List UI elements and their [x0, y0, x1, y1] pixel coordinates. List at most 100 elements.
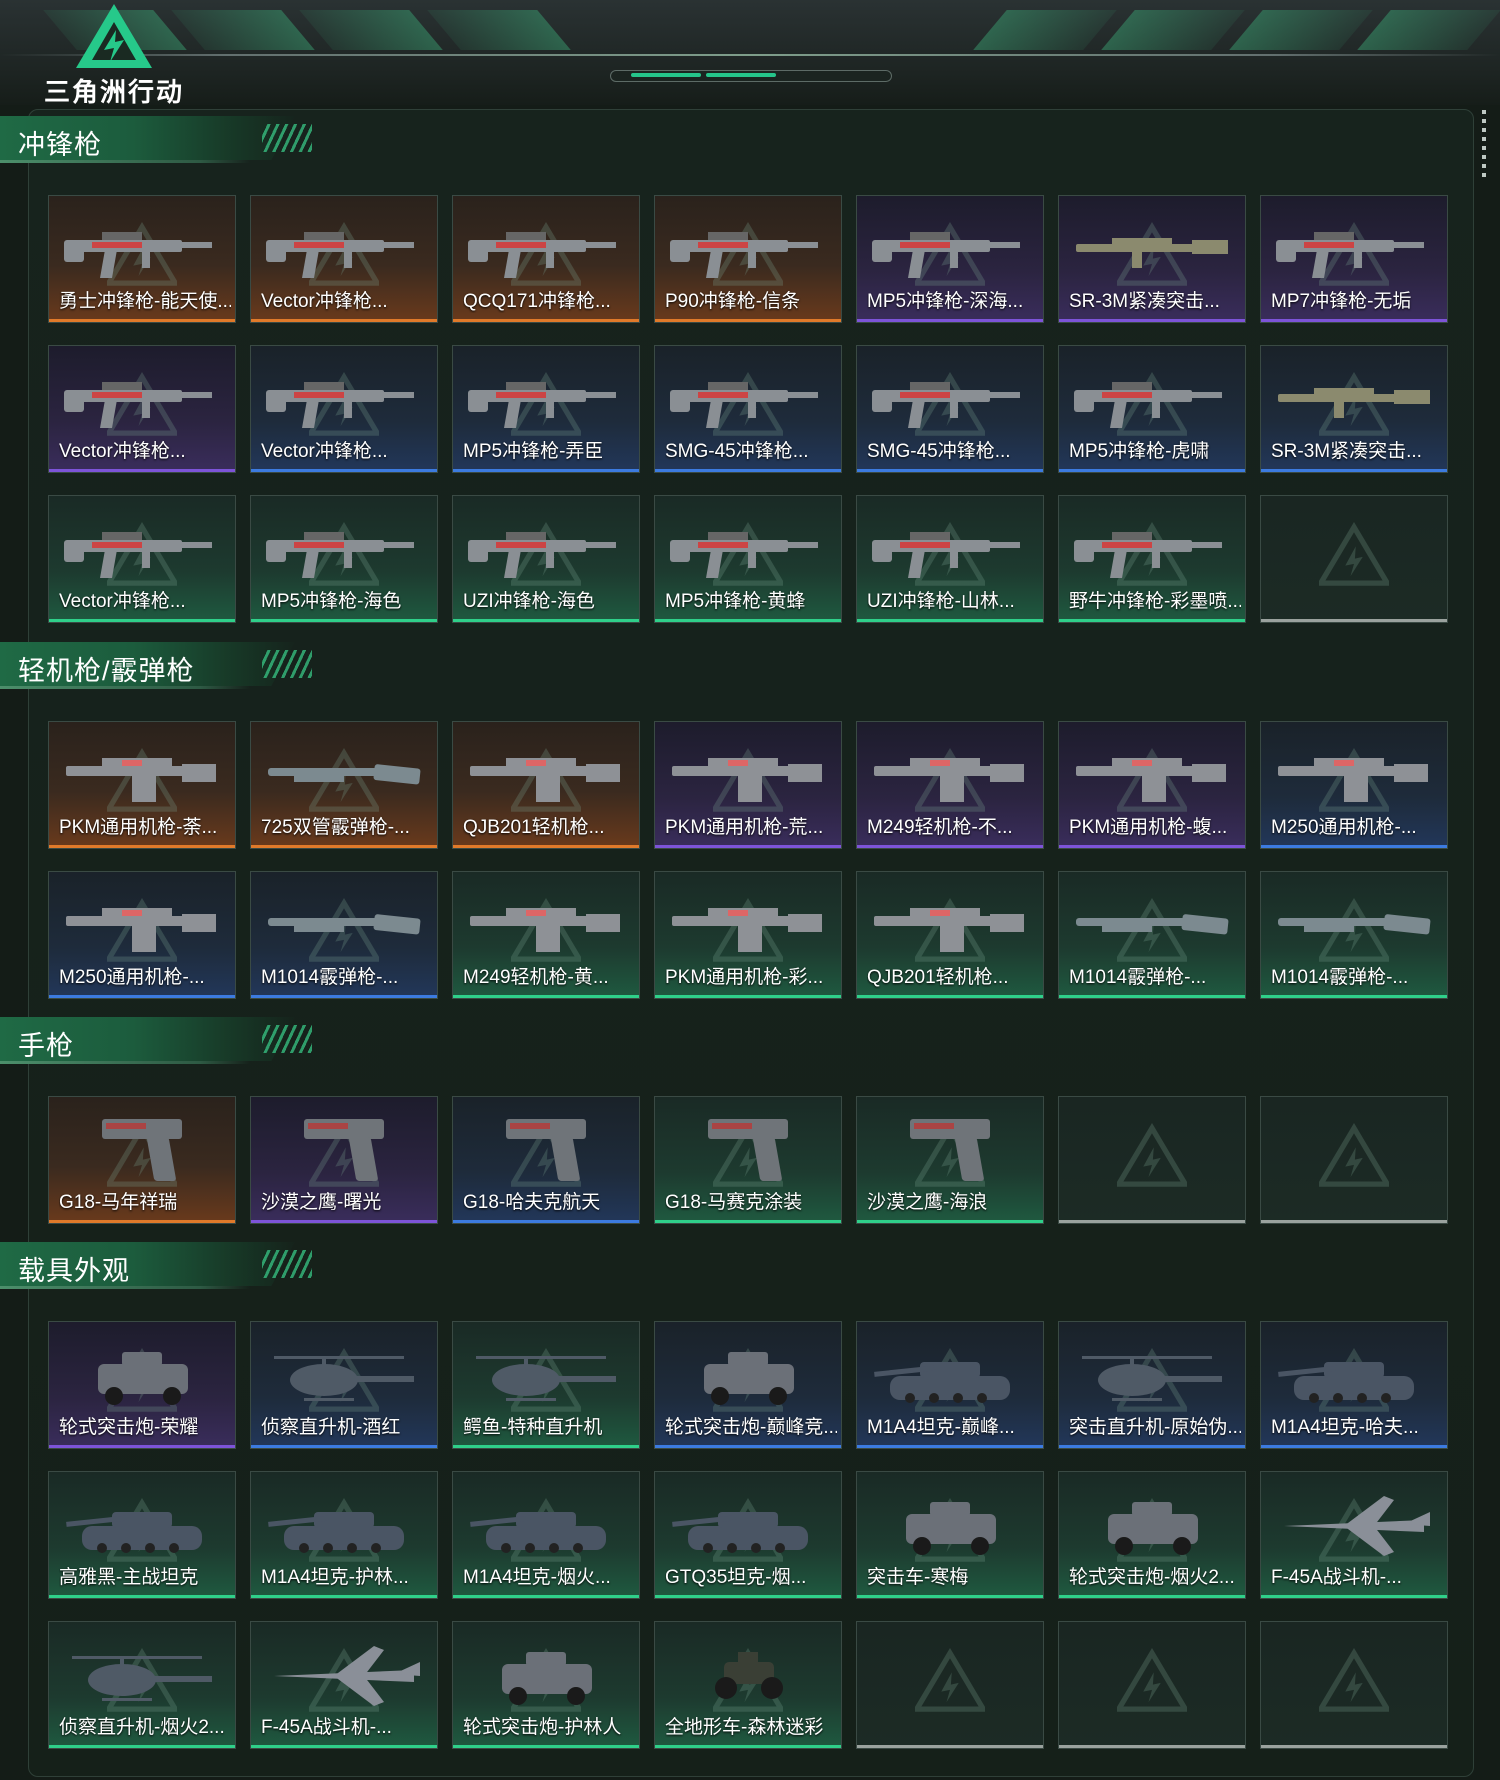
smg-icon — [872, 532, 1020, 578]
item-card[interactable]: UZI冲锋枪-山林... — [856, 495, 1044, 623]
section-title: 冲锋枪 — [18, 130, 102, 160]
smg-icon — [1276, 232, 1424, 278]
item-label: PKM通用机枪-荼... — [59, 817, 218, 838]
item-card[interactable]: M249轻机枪-黄... — [452, 871, 640, 999]
item-label: Vector冲锋枪... — [59, 441, 186, 462]
item-label: MP5冲锋枪-深海... — [867, 291, 1024, 312]
item-card[interactable]: SR-3M紧凑突击... — [1260, 345, 1448, 473]
delta-watermark-icon — [1316, 1647, 1392, 1717]
item-card[interactable]: 野牛冲锋枪-彩墨喷... — [1058, 495, 1246, 623]
item-card[interactable]: 沙漠之鹰-海浪 — [856, 1096, 1044, 1224]
tank-icon — [1278, 1362, 1414, 1403]
item-label: 轮式突击炮-护林人 — [463, 1717, 622, 1738]
section-header: 载具外观 — [0, 1242, 330, 1292]
item-card[interactable]: F-45A战斗机-... — [1260, 1471, 1448, 1599]
helicopter-icon — [274, 1356, 414, 1401]
item-card[interactable]: 高雅黑-主战坦克 — [48, 1471, 236, 1599]
scrollbar-handle[interactable] — [1482, 110, 1486, 180]
item-card[interactable]: SMG-45冲锋枪... — [856, 345, 1044, 473]
smg-icon — [670, 382, 818, 428]
item-label: UZI冲锋枪-山林... — [867, 591, 1015, 612]
item-label: G18-马赛克涂装 — [665, 1192, 803, 1213]
pistol-icon — [102, 1119, 182, 1181]
item-label: Vector冲锋枪... — [261, 291, 388, 312]
item-card[interactable]: MP5冲锋枪-虎啸 — [1058, 345, 1246, 473]
item-card[interactable]: UZI冲锋枪-海色 — [452, 495, 640, 623]
item-card[interactable]: PKM通用机枪-彩... — [654, 871, 842, 999]
section-header: 轻机枪/霰弹枪 — [0, 642, 330, 692]
item-card[interactable]: Vector冲锋枪... — [250, 195, 438, 323]
item-card[interactable]: 轮式突击炮-巅峰竞... — [654, 1321, 842, 1449]
item-card[interactable]: 全地形车-森林迷彩 — [654, 1621, 842, 1749]
item-card[interactable]: Vector冲锋枪... — [48, 345, 236, 473]
item-label: G18-马年祥瑞 — [59, 1192, 178, 1213]
smg-icon — [1074, 382, 1222, 428]
header-center-indicator — [610, 70, 892, 82]
item-card[interactable]: 侦察直升机-烟火2... — [48, 1621, 236, 1749]
atv-icon — [715, 1652, 783, 1699]
tank-icon — [470, 1512, 606, 1553]
item-card[interactable]: MP5冲锋枪-深海... — [856, 195, 1044, 323]
logo-text: 三角洲行动 — [44, 77, 185, 107]
item-label: M250通用机枪-... — [1271, 817, 1417, 838]
item-card[interactable]: 沙漠之鹰-曙光 — [250, 1096, 438, 1224]
item-card[interactable]: 突击直升机-原始伪... — [1058, 1321, 1246, 1449]
item-card[interactable]: 勇士冲锋枪-能天使... — [48, 195, 236, 323]
item-card[interactable]: M1A4坦克-烟火... — [452, 1471, 640, 1599]
item-label: M1A4坦克-护林... — [261, 1567, 409, 1588]
item-card[interactable]: PKM通用机枪-荒... — [654, 721, 842, 849]
item-card[interactable]: 轮式突击炮-荣耀 — [48, 1321, 236, 1449]
item-card[interactable]: MP7冲锋枪-无垢 — [1260, 195, 1448, 323]
item-card[interactable]: M250通用机枪-... — [1260, 721, 1448, 849]
tank-icon — [268, 1512, 404, 1553]
item-card[interactable]: QJB201轻机枪... — [856, 871, 1044, 999]
item-card[interactable]: PKM通用机枪-荼... — [48, 721, 236, 849]
item-card[interactable]: M250通用机枪-... — [48, 871, 236, 999]
item-card[interactable]: M1A4坦克-哈夫... — [1260, 1321, 1448, 1449]
item-card[interactable]: MP5冲锋枪-弄臣 — [452, 345, 640, 473]
item-card[interactable]: M1014霰弹枪-... — [1058, 871, 1246, 999]
item-card[interactable]: F-45A战斗机-... — [250, 1621, 438, 1749]
item-card[interactable]: SMG-45冲锋枪... — [654, 345, 842, 473]
lmg-icon — [874, 758, 1024, 802]
item-label: PKM通用机枪-荒... — [665, 817, 824, 838]
armored-car-icon — [98, 1352, 188, 1405]
rifle-icon — [1278, 388, 1430, 418]
item-card[interactable]: G18-马年祥瑞 — [48, 1096, 236, 1224]
shotgun-icon — [268, 764, 421, 785]
item-label: QJB201轻机枪... — [463, 817, 605, 838]
item-card[interactable]: M1A4坦克-巅峰... — [856, 1321, 1044, 1449]
smg-icon — [64, 382, 212, 428]
smg-icon — [266, 232, 414, 278]
item-card[interactable]: 鳄鱼-特种直升机 — [452, 1321, 640, 1449]
item-label: 全地形车-森林迷彩 — [665, 1717, 824, 1738]
item-card[interactable]: G18-马赛克涂装 — [654, 1096, 842, 1224]
item-card[interactable]: SR-3M紧凑突击... — [1058, 195, 1246, 323]
item-card[interactable]: 轮式突击炮-护林人 — [452, 1621, 640, 1749]
item-card[interactable]: MP5冲锋枪-海色 — [250, 495, 438, 623]
lmg-icon — [874, 908, 1024, 952]
item-card[interactable]: M1014霰弹枪-... — [1260, 871, 1448, 999]
helicopter-icon — [476, 1356, 616, 1401]
item-card[interactable]: GTQ35坦克-烟... — [654, 1471, 842, 1599]
item-card[interactable]: QJB201轻机枪... — [452, 721, 640, 849]
item-card[interactable]: 725双管霰弹枪-... — [250, 721, 438, 849]
item-card[interactable]: G18-哈夫克航天 — [452, 1096, 640, 1224]
item-card[interactable]: PKM通用机枪-蝮... — [1058, 721, 1246, 849]
item-card[interactable]: Vector冲锋枪... — [250, 345, 438, 473]
smg-icon — [64, 532, 212, 578]
item-card[interactable]: M1014霰弹枪-... — [250, 871, 438, 999]
item-card[interactable]: QCQ171冲锋枪... — [452, 195, 640, 323]
item-card[interactable]: P90冲锋枪-信条 — [654, 195, 842, 323]
item-card[interactable]: 侦察直升机-酒红 — [250, 1321, 438, 1449]
item-card[interactable]: M249轻机枪-不... — [856, 721, 1044, 849]
item-label: F-45A战斗机-... — [1271, 1567, 1402, 1588]
item-card[interactable]: 轮式突击炮-烟火2... — [1058, 1471, 1246, 1599]
item-card[interactable]: 突击车-寒梅 — [856, 1471, 1044, 1599]
item-card[interactable]: M1A4坦克-护林... — [250, 1471, 438, 1599]
item-label: PKM通用机枪-彩... — [665, 967, 824, 988]
item-label: 侦察直升机-烟火2... — [59, 1717, 225, 1738]
item-card[interactable]: MP5冲锋枪-黄蜂 — [654, 495, 842, 623]
smg-icon — [670, 532, 818, 578]
item-card[interactable]: Vector冲锋枪... — [48, 495, 236, 623]
